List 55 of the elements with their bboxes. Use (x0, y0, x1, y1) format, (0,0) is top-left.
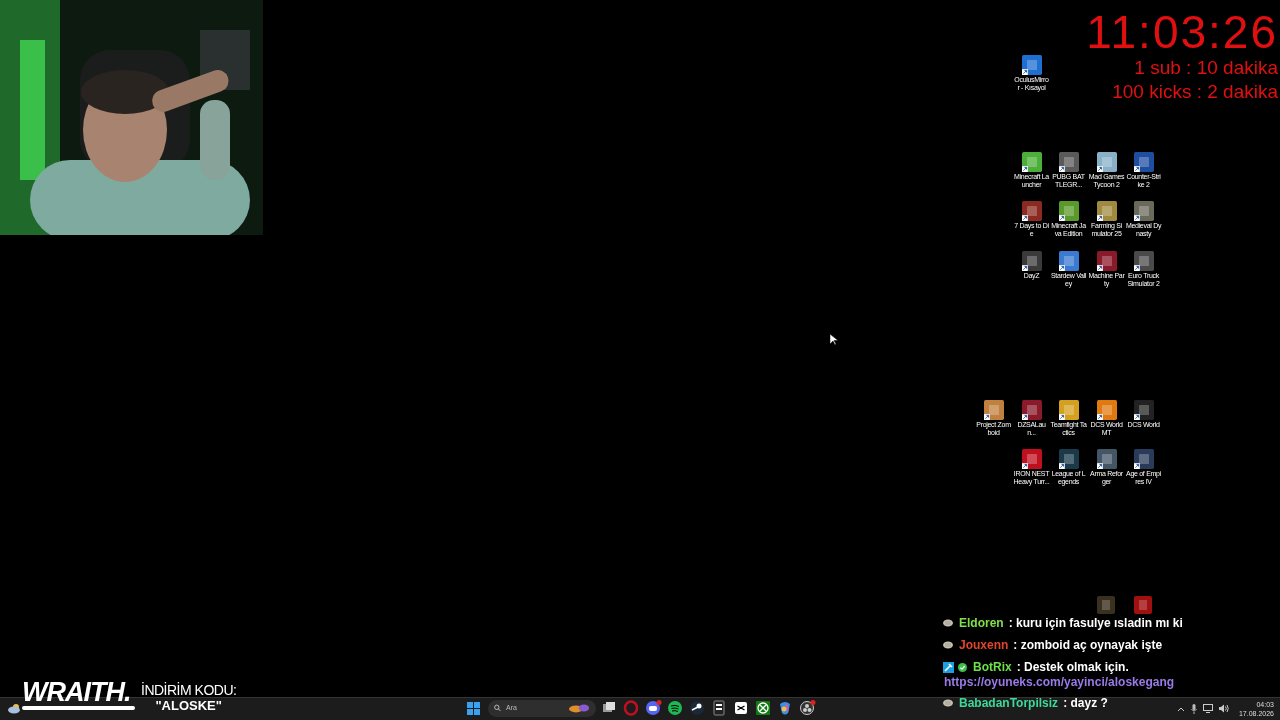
app-shortcut-icon[interactable] (1058, 152, 1079, 172)
app-shortcut-icon[interactable] (1021, 449, 1042, 469)
windows-start-icon[interactable] (467, 701, 480, 715)
steam-icon[interactable] (688, 699, 706, 717)
chat-message: : kuru için fasulye ısladin mı ki (1008, 615, 1183, 632)
chat-username: Eldoren (959, 615, 1004, 632)
app-shortcut-icon[interactable] (1021, 251, 1042, 271)
app-shortcut-icon[interactable] (1021, 400, 1042, 420)
discount-code-label: İNDİRİM KODU: (141, 682, 237, 698)
discount-code: "ALOSKE" (155, 698, 222, 714)
chat-username: Jouxenn (959, 637, 1009, 654)
chat-username: BabadanTorpilsiz (959, 695, 1059, 712)
app-shortcut-icon[interactable] (1021, 201, 1042, 221)
chat-badge-icon (943, 641, 953, 649)
chat-message: : Destek olmak için. (1016, 659, 1129, 676)
chat-badge-icon (943, 699, 953, 707)
chat-message: : zomboid aç oynayak işte (1013, 637, 1163, 654)
moderator-badge-icon (943, 661, 954, 673)
app-shortcut-icon[interactable] (1133, 201, 1154, 221)
sponsor-logo: WRAITH. (22, 679, 135, 710)
app-shortcut-icon[interactable] (1096, 251, 1117, 271)
discord-icon[interactable] (644, 699, 662, 717)
mouse-cursor-icon (830, 334, 838, 346)
microphone-icon[interactable] (1190, 703, 1197, 714)
app-shortcut-icon[interactable] (1058, 449, 1079, 469)
app-shortcut-icon[interactable] (1021, 152, 1042, 172)
network-icon[interactable] (1202, 704, 1213, 713)
chat-badge-icon (943, 619, 953, 627)
app-shortcut-icon[interactable] (1058, 201, 1079, 221)
app-shortcut-icon[interactable] (1058, 251, 1079, 271)
chat-username: BotRix (973, 659, 1012, 676)
search-icon (494, 704, 501, 712)
chat-message: : dayz ? (1063, 695, 1108, 712)
app-shortcut-icon[interactable] (1096, 449, 1117, 469)
app-shortcut-icon[interactable] (1133, 449, 1154, 469)
app-shortcut-icon[interactable] (1096, 201, 1117, 221)
app-shortcut-icon[interactable] (983, 400, 1004, 420)
app-shortcut-icon[interactable] (1133, 400, 1154, 420)
countdown-timer: 11:03:26 (1086, 8, 1278, 56)
recording-app-icon[interactable] (798, 699, 816, 717)
timer-rule: 100 kicks : 2 dakika (1112, 80, 1278, 104)
app-shortcut-icon[interactable] (1096, 152, 1117, 172)
app-shortcut-icon[interactable] (1058, 400, 1079, 420)
search-highlight-icon (569, 703, 590, 713)
speaker-icon[interactable] (1218, 704, 1229, 713)
app-shortcut-icon[interactable] (1133, 152, 1154, 172)
app-shortcut-icon[interactable] (1021, 55, 1042, 75)
app-shortcut-icon[interactable] (1133, 251, 1154, 271)
app-shortcut-icon[interactable] (1096, 400, 1117, 420)
timer-rule: 1 sub : 10 dakika (1134, 56, 1278, 80)
chevron-up-icon[interactable] (1176, 705, 1185, 712)
spotify-icon[interactable] (666, 699, 684, 717)
weather-icon[interactable] (8, 702, 22, 714)
chat-link[interactable]: https://oyuneks.com/yayinci/aloskegang (943, 674, 1183, 692)
verified-badge-icon (958, 662, 967, 672)
